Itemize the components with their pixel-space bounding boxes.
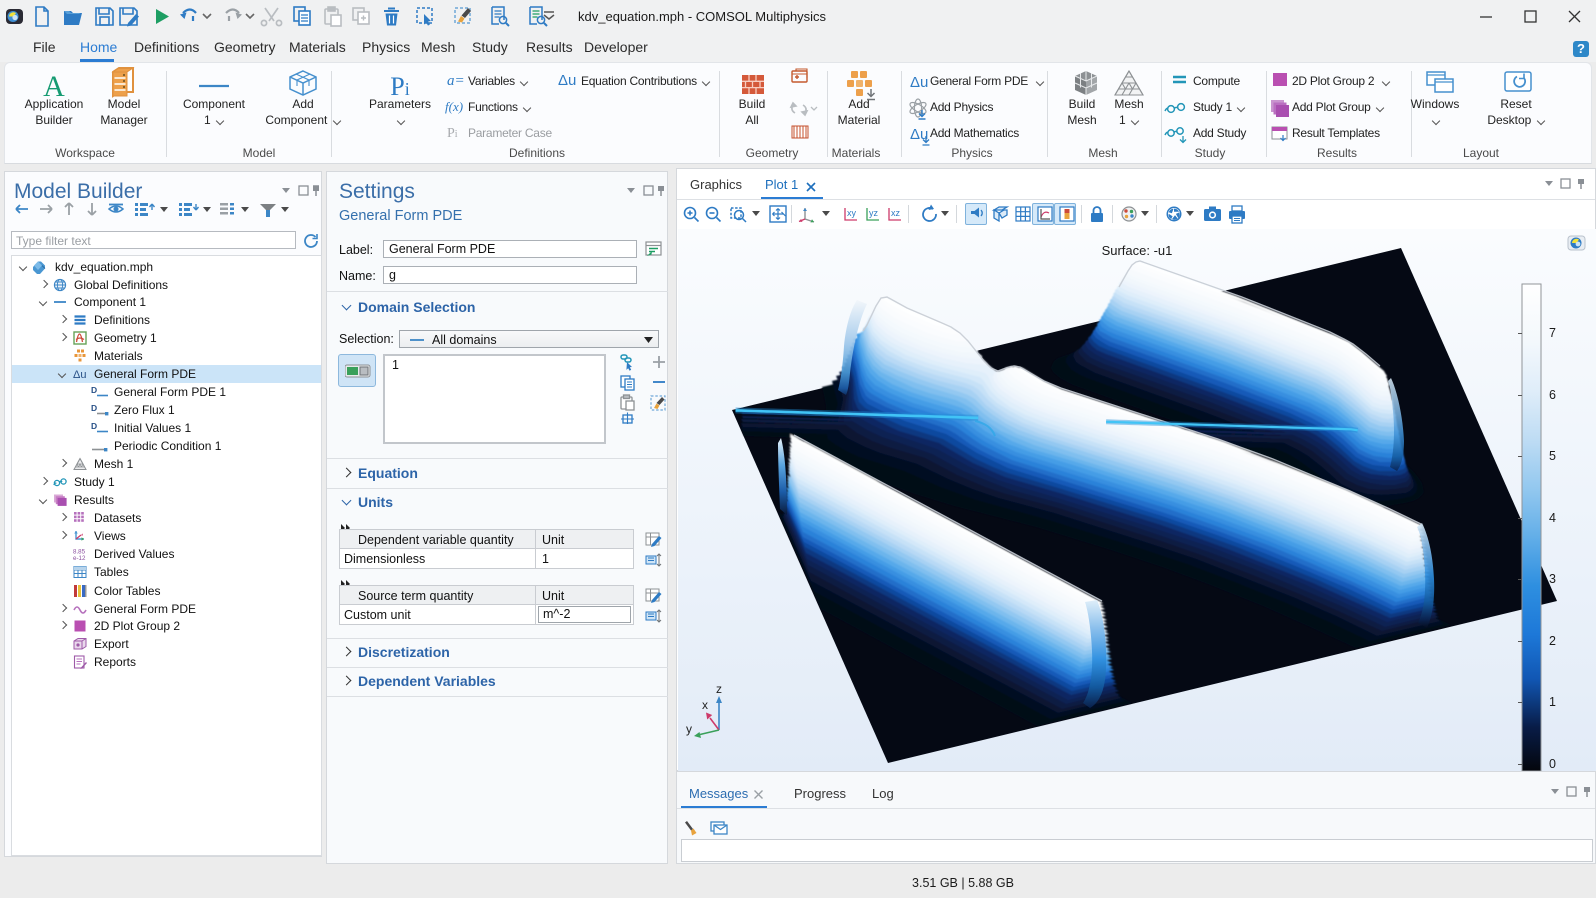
- svg-text:D: D: [91, 385, 97, 395]
- svg-text:Δu: Δu: [558, 72, 576, 89]
- svg-text:x: x: [702, 698, 708, 712]
- svg-text:Δu: Δu: [910, 74, 928, 91]
- svg-text:xz: xz: [891, 208, 901, 218]
- svg-text:y: y: [686, 722, 692, 736]
- svg-text:yz: yz: [869, 208, 879, 218]
- svg-text:D: D: [91, 403, 97, 413]
- svg-text:D: D: [91, 421, 97, 431]
- svg-text:a=: a=: [447, 73, 465, 89]
- svg-text:Δu: Δu: [73, 369, 86, 381]
- svg-text:e-12: e-12: [73, 555, 86, 561]
- svg-text:z: z: [716, 682, 722, 696]
- svg-text:xy: xy: [847, 208, 857, 218]
- svg-text:A: A: [43, 70, 65, 103]
- svg-text:Pi: Pi: [390, 72, 409, 101]
- svg-text:Pi: Pi: [447, 126, 458, 141]
- svg-text:f(x): f(x): [445, 99, 463, 114]
